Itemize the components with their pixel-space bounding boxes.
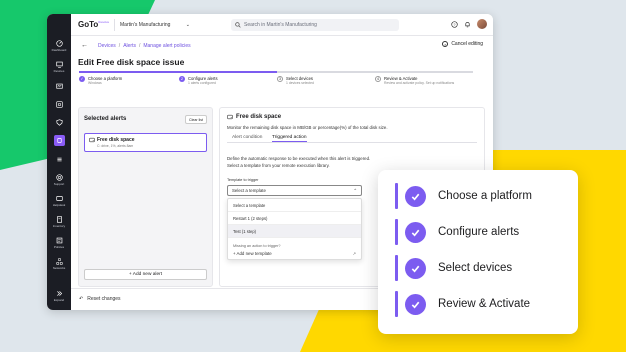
top-bar: GoToResolve Martin's Manufacturing ⌄ Sea… xyxy=(71,14,493,36)
expand-icon xyxy=(56,291,62,296)
rail-label: Helpdesk xyxy=(52,203,66,207)
top-icons: ? xyxy=(451,19,487,29)
rail-item-inventory[interactable]: Inventory xyxy=(47,212,71,232)
rail-label: Networks xyxy=(52,266,66,270)
missing-action-text: Missing an action to trigger? xyxy=(233,244,281,248)
disk-icon xyxy=(89,137,95,143)
breadcrumb: ← Devices / Alerts / Manage alert polici… xyxy=(81,42,191,49)
rail-item-monitor[interactable] xyxy=(47,76,71,96)
steps-callout-card: Choose a platform Configure alerts Selec… xyxy=(378,170,578,334)
rail-label: Policies xyxy=(53,245,65,249)
rail-item-policies[interactable]: Policies xyxy=(47,233,71,253)
callout-item-choose-platform: Choose a platform xyxy=(395,183,532,209)
close-icon: × xyxy=(442,41,449,47)
menu-icon xyxy=(56,157,62,161)
check-circle-icon xyxy=(405,257,426,279)
template-select[interactable]: Select a template ⌃ xyxy=(227,185,362,196)
inventory-icon xyxy=(56,216,62,223)
tab-triggered-action[interactable]: Triggered action xyxy=(272,135,307,142)
rail-label: Support xyxy=(53,182,65,186)
rail-item-dashboard[interactable]: Dashboard xyxy=(47,36,71,56)
rail-item-devices[interactable]: Devices xyxy=(47,57,71,77)
callout-item-configure-alerts: Configure alerts xyxy=(395,219,519,245)
page-title: Edit Free disk space issue xyxy=(78,57,185,67)
dropdown-option[interactable]: Select a template xyxy=(228,199,361,212)
network-icon xyxy=(55,258,63,265)
devices-icon xyxy=(55,61,63,68)
alert-card-subtitle: C: drive, 1%, alerts 8am xyxy=(97,144,134,148)
alert-description: Monitor the remaining disk space in MB/G… xyxy=(227,125,388,130)
search-placeholder: Search in Martin's Manufacturing xyxy=(244,22,317,28)
disk-icon xyxy=(227,114,233,120)
search-icon xyxy=(235,22,241,28)
rail-label: Expand xyxy=(53,298,65,302)
callout-item-select-devices: Select devices xyxy=(395,255,512,281)
rail-item-more[interactable] xyxy=(47,149,71,169)
detail-tabs: Alert condition Triggered action xyxy=(227,135,477,143)
cancel-label: Cancel editing xyxy=(451,41,483,47)
add-new-template-link[interactable]: + Add new template xyxy=(233,251,272,256)
template-label: Template to trigger xyxy=(227,178,259,182)
alert-detail-title: Free disk space xyxy=(227,114,281,120)
selected-alerts-title: Selected alerts xyxy=(84,116,127,122)
rail-item-search-devices[interactable] xyxy=(47,94,71,114)
check-circle-icon xyxy=(405,185,426,207)
helpdesk-icon xyxy=(55,196,63,201)
alert-bell-icon xyxy=(56,137,62,143)
rail-label: Devices xyxy=(53,69,65,73)
triggered-action-description: Define the automatic response to be exec… xyxy=(227,156,371,168)
bell-icon[interactable] xyxy=(464,21,471,28)
alerts-active-indicator xyxy=(53,134,65,146)
avatar[interactable] xyxy=(477,19,487,29)
rail-item-alerts[interactable] xyxy=(47,130,71,150)
breadcrumb-manage-policies[interactable]: Manage alert policies xyxy=(143,43,190,49)
stepper: ✓ Choose a platform Windows 2 Configure … xyxy=(79,71,485,93)
company-selector[interactable]: Martin's Manufacturing ⌄ xyxy=(114,19,190,31)
back-arrow-icon[interactable]: ← xyxy=(81,42,88,49)
check-icon: ✓ xyxy=(79,76,85,82)
shield-icon xyxy=(55,118,63,126)
add-new-alert-button[interactable]: + Add new alert xyxy=(84,269,207,280)
reset-changes-button[interactable]: ↶ Reset changes xyxy=(79,296,121,302)
chevron-up-icon: ⌃ xyxy=(353,188,357,193)
tab-alert-condition[interactable]: Alert condition xyxy=(232,135,262,140)
left-nav-rail: Dashboard Devices Support Helpdesk Inven… xyxy=(47,14,71,310)
search-input[interactable]: Search in Martin's Manufacturing xyxy=(231,19,399,31)
device-search-icon xyxy=(55,100,63,108)
external-link-icon: ↗ xyxy=(352,251,356,256)
dropdown-option[interactable]: Test (1 step) xyxy=(228,225,361,238)
help-icon[interactable]: ? xyxy=(451,20,458,28)
rail-item-patch[interactable] xyxy=(47,112,71,132)
rail-item-support[interactable]: Support xyxy=(47,170,71,190)
undo-arrow-icon: ↶ xyxy=(79,296,84,302)
svg-text:?: ? xyxy=(454,22,456,26)
cancel-editing-button[interactable]: × Cancel editing xyxy=(442,41,483,47)
rail-label: Dashboard xyxy=(51,48,67,52)
alert-card-free-disk-space[interactable]: Free disk space C: drive, 1%, alerts 8am xyxy=(84,133,207,152)
template-dropdown: Select a template Restart 1 (2 steps) Te… xyxy=(227,198,362,260)
selected-alerts-panel: Selected alerts Clear list Free disk spa… xyxy=(78,107,213,287)
rail-item-networks[interactable]: Networks xyxy=(47,254,71,274)
rail-item-expand[interactable]: Expand xyxy=(47,286,71,306)
alert-card-title: Free disk space xyxy=(97,137,135,143)
callout-item-review-activate: Review & Activate xyxy=(395,291,530,317)
support-icon xyxy=(55,174,63,181)
rail-item-helpdesk[interactable]: Helpdesk xyxy=(47,191,71,211)
check-circle-icon xyxy=(405,293,426,315)
company-name: Martin's Manufacturing xyxy=(120,22,171,28)
breadcrumb-devices[interactable]: Devices xyxy=(98,43,116,49)
monitor-icon xyxy=(55,83,63,89)
policies-icon xyxy=(56,237,62,244)
dashboard-icon xyxy=(55,40,63,47)
breadcrumb-alerts[interactable]: Alerts xyxy=(123,43,136,49)
goto-logo: GoToResolve xyxy=(78,20,110,29)
rail-label: Inventory xyxy=(52,224,66,228)
check-circle-icon xyxy=(405,221,426,243)
chevron-down-icon: ⌄ xyxy=(185,22,190,28)
dropdown-option[interactable]: Restart 1 (2 steps) xyxy=(228,212,361,225)
clear-list-button[interactable]: Clear list xyxy=(185,115,207,124)
